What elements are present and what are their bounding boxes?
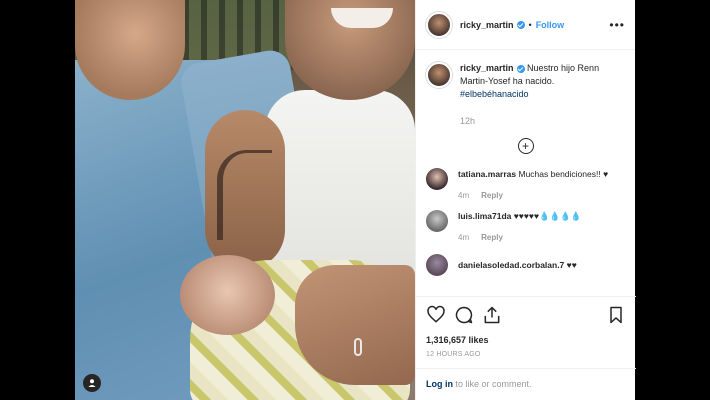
- comment-text: ♥♥♥♥♥💧💧💧💧: [511, 211, 582, 221]
- post-sidebar: ricky_martin • Follow ••• ricky_martin N…: [415, 0, 636, 400]
- list-item: danielasoledad.corbalan.7 ♥♥: [426, 254, 625, 276]
- comment-text: ♥♥: [564, 260, 577, 270]
- post-header: ricky_martin • Follow •••: [416, 0, 635, 50]
- caption-username[interactable]: ricky_martin: [460, 63, 514, 73]
- photo-baby: [180, 255, 275, 335]
- share-icon[interactable]: [482, 305, 502, 325]
- user-tag-icon[interactable]: [83, 374, 101, 392]
- verified-icon: [516, 64, 525, 73]
- list-item: luis.lima71da ♥♥♥♥♥💧💧💧💧 4m Reply: [426, 210, 625, 244]
- avatar[interactable]: [426, 168, 448, 190]
- photo-ring: [354, 338, 362, 356]
- photo-hand: [295, 265, 415, 385]
- comment-username[interactable]: danielasoledad.corbalan.7: [458, 260, 564, 270]
- post-timestamp: 12 HOURS AGO: [426, 351, 481, 358]
- caption-text: ricky_martin Nuestro hijo Renn Martin-Yo…: [460, 62, 625, 128]
- instagram-post: ricky_martin • Follow ••• ricky_martin N…: [75, 0, 636, 400]
- post-photo[interactable]: [75, 0, 415, 400]
- avatar[interactable]: [426, 210, 448, 232]
- follow-button[interactable]: Follow: [536, 20, 565, 30]
- avatar[interactable]: [426, 62, 452, 88]
- post-actions: 1,316,657 likes 12 HOURS AGO: [416, 296, 636, 358]
- login-link[interactable]: Log in: [426, 379, 453, 389]
- avatar[interactable]: [426, 254, 448, 276]
- comment-text: Muchas bendiciones!! ♥: [516, 169, 609, 179]
- likes-count[interactable]: 1,316,657 likes: [426, 335, 626, 345]
- plus-circle-icon[interactable]: +: [517, 138, 534, 154]
- comment-icon[interactable]: [454, 305, 474, 325]
- separator-dot: •: [528, 19, 532, 30]
- list-item: tatiana.marras Muchas bendiciones!! ♥ 4m…: [426, 168, 625, 202]
- comment-username[interactable]: tatiana.marras: [458, 169, 516, 179]
- comment-username[interactable]: luis.lima71da: [458, 211, 511, 221]
- verified-icon: [516, 20, 525, 29]
- hashtag-link[interactable]: #elbebéhanacido: [460, 89, 529, 99]
- caption-time: 12h: [460, 116, 476, 126]
- reply-button[interactable]: Reply: [481, 191, 503, 200]
- header-username[interactable]: ricky_martin: [460, 20, 514, 30]
- login-prompt: Log in to like or comment.: [416, 368, 636, 399]
- post-caption: ricky_martin Nuestro hijo Renn Martin-Yo…: [426, 62, 625, 128]
- avatar[interactable]: [426, 11, 452, 38]
- more-options-icon[interactable]: •••: [609, 18, 625, 32]
- bookmark-icon[interactable]: [606, 305, 626, 325]
- heart-icon[interactable]: [426, 305, 446, 325]
- comment-time: 4m: [458, 233, 470, 242]
- reply-button[interactable]: Reply: [481, 233, 503, 242]
- comment-time: 4m: [458, 191, 470, 200]
- login-rest: to like or comment.: [453, 379, 532, 389]
- comments-list[interactable]: ricky_martin Nuestro hijo Renn Martin-Yo…: [416, 50, 635, 296]
- photo-tattoo: [217, 150, 272, 240]
